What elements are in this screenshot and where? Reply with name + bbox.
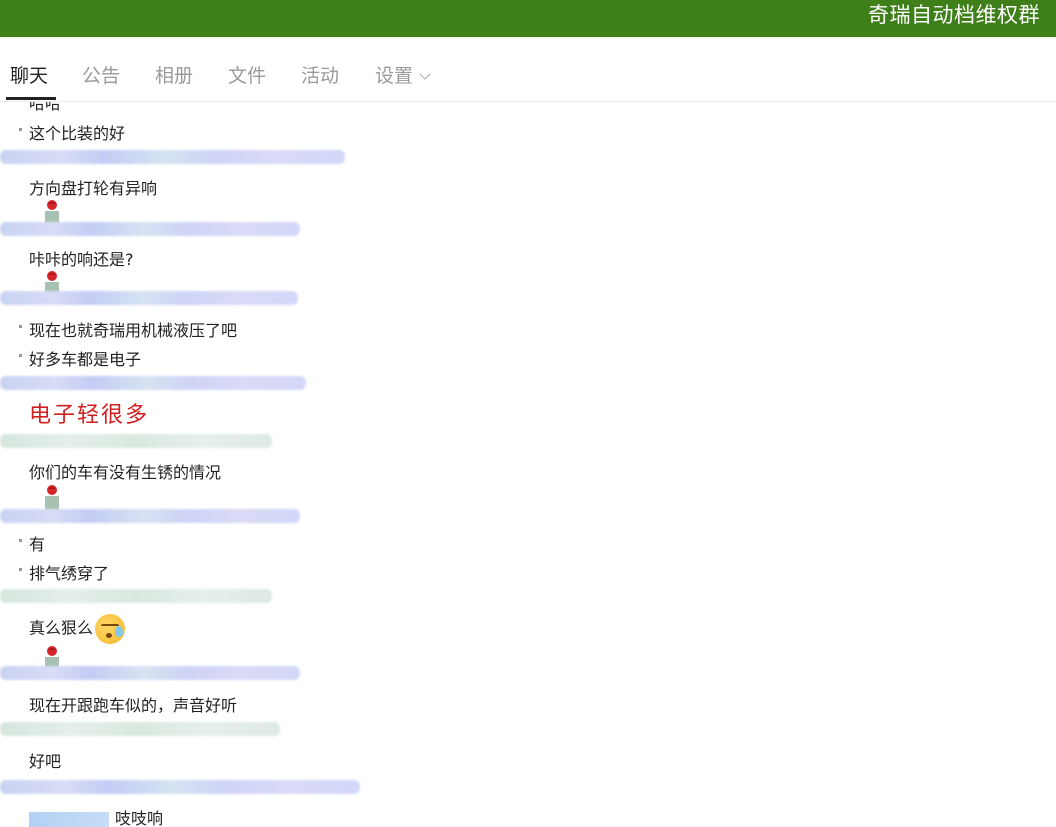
chat-message: 现在也就奇瑞用机械液压了吧 <box>29 321 238 340</box>
bullet-dot <box>19 325 22 328</box>
active-tab-indicator <box>6 97 56 100</box>
tab-album[interactable]: 相册 <box>155 61 193 88</box>
bullet-dot <box>19 539 22 542</box>
chat-message: 这个比装的好 <box>29 124 126 143</box>
chat-message: 哈哈 <box>29 102 62 113</box>
group-title: 奇瑞自动档维权群 <box>868 3 1040 27</box>
top-bar: 奇瑞自动档维权群 <box>0 0 1056 37</box>
bullet-dot <box>19 568 22 571</box>
redacted-mention <box>29 811 109 827</box>
chat-message: 好吧 <box>29 752 62 771</box>
redacted-sender <box>0 589 272 603</box>
redacted-sender <box>0 434 272 448</box>
chat-message: 好多车都是电子 <box>29 350 142 369</box>
chevron-down-icon <box>419 68 431 80</box>
tab-settings[interactable]: 设置 <box>375 61 431 88</box>
redacted-sender <box>0 780 360 794</box>
redacted-sender <box>0 666 300 680</box>
rose-icon <box>45 485 59 510</box>
tab-files[interactable]: 文件 <box>228 61 266 88</box>
tab-settings-label: 设置 <box>375 65 414 87</box>
chat-message-red: 电子轻很多 <box>29 403 150 428</box>
tab-bar: 聊天 公告 相册 文件 活动 设置 <box>0 37 1056 102</box>
chat-message: 方向盘打轮有异响 <box>29 179 158 198</box>
chat-message-text: 真么狠么 <box>29 618 94 638</box>
chat-message: 现在开跟跑车似的，声音好听 <box>29 696 238 715</box>
tab-activity[interactable]: 活动 <box>301 61 339 88</box>
chat-message: 有 <box>29 535 46 554</box>
bullet-dot <box>19 128 22 131</box>
chat-message: 排气绣穿了 <box>29 564 110 583</box>
bullet-dot <box>19 354 22 357</box>
redacted-sender <box>0 376 306 390</box>
sweat-face-icon <box>95 614 126 644</box>
redacted-sender <box>0 509 300 523</box>
redacted-sender <box>0 150 345 164</box>
chat-message: 咔咔的响还是? <box>29 250 134 269</box>
chat-message-text: 吱吱响 <box>115 809 164 827</box>
chat-message-list[interactable]: 哈哈 这个比装的好 方向盘打轮有异响 咔咔的响还是? 现在也就奇瑞用机械液压了吧… <box>0 102 1056 827</box>
chat-message: 吱吱响 <box>29 805 163 827</box>
redacted-sender <box>0 291 298 305</box>
chat-message: 你们的车有没有生锈的情况 <box>29 463 222 482</box>
tab-chat[interactable]: 聊天 <box>10 61 48 88</box>
tab-announcement[interactable]: 公告 <box>82 61 120 88</box>
redacted-sender <box>0 722 280 736</box>
redacted-sender <box>0 222 300 236</box>
chat-message: 真么狠么 <box>29 614 126 644</box>
